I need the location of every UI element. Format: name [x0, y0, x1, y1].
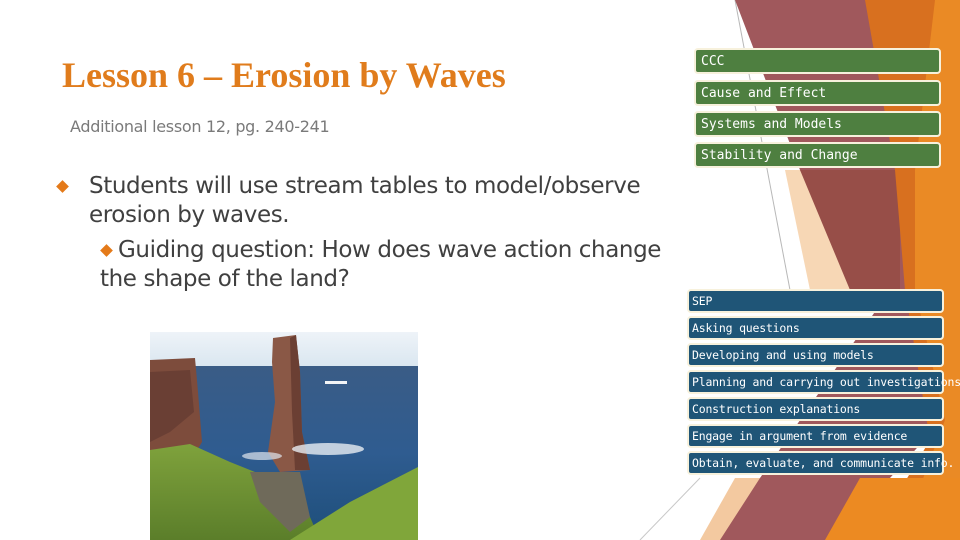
bullet-item-level2: Guiding question: How does wave action c… [100, 236, 695, 294]
sep-item-label: Engage in argument from evidence [692, 429, 908, 443]
sep-header-box: SEP [687, 289, 944, 313]
photo-illustration [150, 332, 418, 540]
ccc-header-box: CCC [694, 48, 941, 74]
ccc-item-label: Systems and Models [701, 116, 842, 132]
sep-item-label: Planning and carrying out investigations [692, 375, 960, 389]
ccc-item-systems-and-models: Systems and Models [694, 111, 941, 137]
diamond-bullet-icon [56, 180, 69, 193]
ccc-item-stability-and-change: Stability and Change [694, 142, 941, 168]
sep-item-asking-questions: Asking questions [687, 316, 944, 340]
decorative-line-lower [639, 477, 701, 540]
slide-title: Lesson 6 – Erosion by Waves [62, 55, 506, 95]
sea-stack-photo [150, 332, 418, 540]
sep-item-construction-explanations: Construction explanations [687, 397, 944, 421]
boat [325, 381, 347, 384]
sep-item-label: Obtain, evaluate, and communicate info. [692, 456, 955, 470]
surf [292, 443, 364, 455]
sep-header: SEP [692, 294, 713, 308]
bullet-list: Students will use stream tables to model… [55, 172, 695, 294]
bullet-text-line1: Guiding question: How does wave action c… [118, 237, 662, 263]
surf-small [242, 452, 282, 460]
ccc-item-cause-and-effect: Cause and Effect [694, 80, 941, 106]
sep-item-planning-investigations: Planning and carrying out investigations [687, 370, 960, 394]
sep-item-developing-models: Developing and using models [687, 343, 944, 367]
sep-item-label: Developing and using models [692, 348, 874, 362]
bullet-text: Students will use stream tables to model… [89, 173, 641, 228]
sep-item-label: Asking questions [692, 321, 800, 335]
ccc-item-label: Stability and Change [701, 147, 858, 163]
ccc-item-label: Cause and Effect [701, 85, 827, 101]
ccc-header: CCC [701, 53, 725, 69]
bullet-item-level1: Students will use stream tables to model… [55, 172, 695, 230]
sep-item-communicate-info: Obtain, evaluate, and communicate info. [687, 451, 954, 475]
diamond-bullet-icon [100, 244, 113, 257]
sep-item-argument-from-evidence: Engage in argument from evidence [687, 424, 944, 448]
slide-subtitle: Additional lesson 12, pg. 240-241 [70, 117, 330, 136]
sep-item-label: Construction explanations [692, 402, 861, 416]
bullet-text-line2: the shape of the land? [100, 266, 350, 292]
